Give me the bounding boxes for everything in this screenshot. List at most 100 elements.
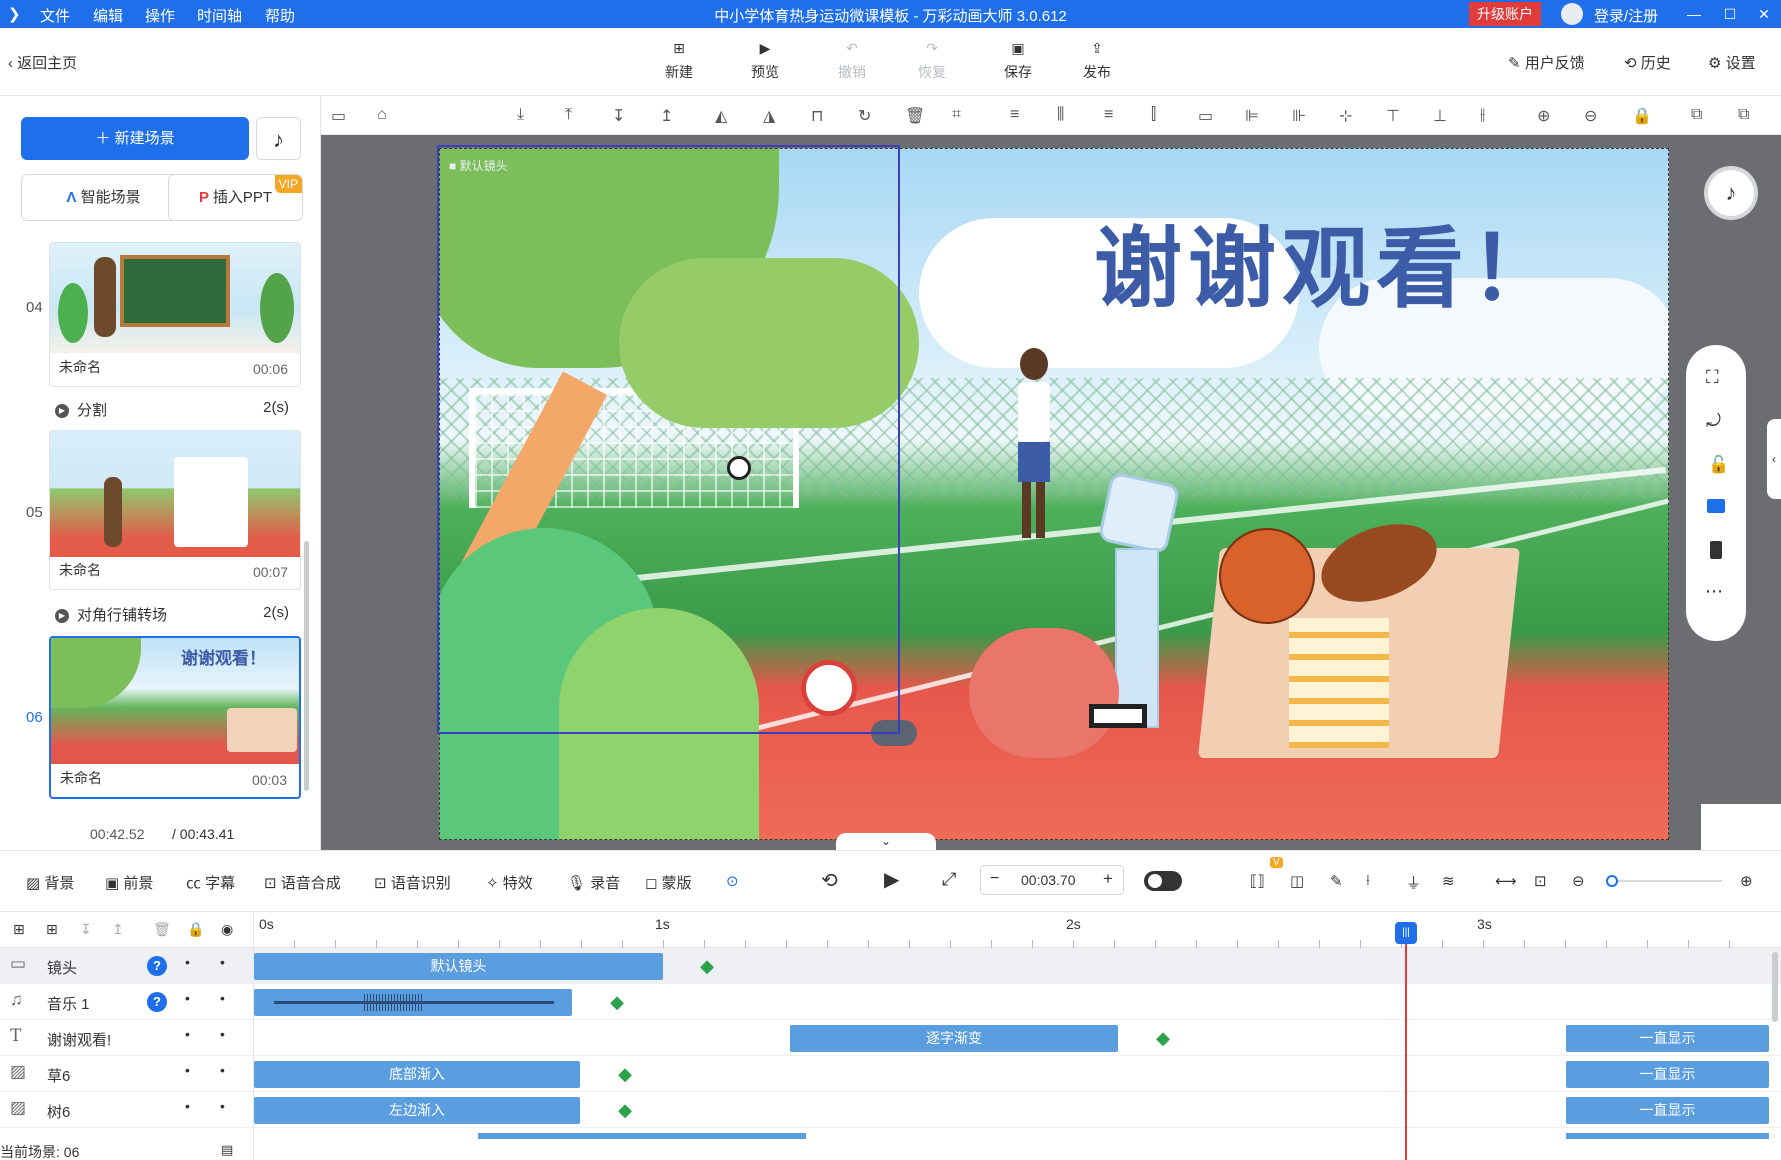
top-edge-icon[interactable]: ⊤ xyxy=(1386,106,1400,126)
avatar[interactable] xyxy=(1561,3,1583,25)
preview-button[interactable]: ▶ 预览 xyxy=(735,40,795,82)
distribute-h-icon[interactable]: ⊪ xyxy=(1292,106,1306,126)
menu-help[interactable]: 帮助 xyxy=(265,5,295,26)
track-row[interactable]: ▨ 树6 • • 左边渐入 ◆ 一直显示 xyxy=(0,1092,1781,1128)
music-note-icon[interactable]: ♪ xyxy=(1708,170,1754,216)
upgrade-button[interactable]: 升级账户 xyxy=(1469,2,1541,26)
delete-icon[interactable]: 🗑 xyxy=(905,106,925,126)
history-button[interactable]: ⟲ 历史 xyxy=(1624,52,1671,73)
align-middle-icon[interactable]: ⫼ xyxy=(1057,106,1064,124)
music-button[interactable]: ♪ xyxy=(256,117,301,160)
add-keyframe-icon[interactable]: ◆ xyxy=(1153,1028,1173,1048)
align-center-icon[interactable]: ▭ xyxy=(1198,106,1213,126)
track-visible-dot[interactable]: • xyxy=(185,1062,190,1078)
menu-edit[interactable]: 编辑 xyxy=(93,5,123,26)
copy-icon[interactable]: ⧉ xyxy=(1691,106,1702,124)
center-edge-icon[interactable]: ⫲ xyxy=(1480,106,1485,124)
insert-ppt-button[interactable]: P 插入PPT VIP xyxy=(168,174,303,221)
save-button[interactable]: ▣ 保存 xyxy=(988,40,1048,82)
zoom-out-icon[interactable]: ⊖ xyxy=(1584,106,1597,126)
add-keyframe-icon[interactable]: ◆ xyxy=(607,992,627,1012)
paste-icon[interactable]: ⧉ xyxy=(1738,106,1749,124)
zoom-slider[interactable] xyxy=(1606,875,1722,887)
back-home-link[interactable]: ‹ 返回主页 xyxy=(8,52,77,73)
crop-icon[interactable]: ⌗ xyxy=(952,106,961,124)
mini-map[interactable] xyxy=(1701,804,1781,850)
move-top-icon[interactable]: ⤒ xyxy=(565,106,572,124)
tts-button[interactable]: ⊡ 语音合成 xyxy=(264,872,341,893)
transition-diagonal[interactable]: ▶ 对角行铺转场 2(s) xyxy=(55,604,301,625)
rotate-icon[interactable]: ⤾ xyxy=(1706,411,1721,432)
speech-recognition-button[interactable]: ⊡ 语音识别 xyxy=(374,872,451,893)
chevron-down-icon[interactable]: ⌄ xyxy=(836,833,936,850)
minimize-icon[interactable]: — xyxy=(1677,0,1711,28)
login-link[interactable]: 登录/注册 xyxy=(1594,5,1658,26)
scene-card-06[interactable]: 谢谢观看！ 未命名 00:03 xyxy=(49,636,301,799)
undo-button[interactable]: ↶ 撤销 xyxy=(822,40,882,82)
timeline-clip-partial[interactable] xyxy=(1566,1133,1769,1139)
timeline-clip[interactable]: 一直显示 xyxy=(1566,1097,1769,1124)
camera-frame[interactable] xyxy=(437,145,900,734)
timeline-clip[interactable]: 一直显示 xyxy=(1566,1061,1769,1088)
smart-scene-button[interactable]: Λ 智能场景 xyxy=(21,174,186,221)
add-folder-icon[interactable]: ⊞ xyxy=(13,921,25,938)
flip-v-icon[interactable]: ◮ xyxy=(763,106,775,126)
home-icon[interactable]: ⌂ xyxy=(377,106,387,124)
move-down-icon[interactable]: ↧ xyxy=(612,106,625,126)
fit-screen-icon[interactable]: ⛶ xyxy=(1706,367,1719,388)
minus-icon[interactable]: − xyxy=(990,870,999,888)
distribute-v-icon[interactable]: ⊹ xyxy=(1339,106,1352,126)
delete-icon[interactable]: 🗑 xyxy=(153,921,171,938)
maximize-icon[interactable]: ☐ xyxy=(1713,0,1747,28)
scene-scrollbar[interactable] xyxy=(304,541,309,791)
move-down-icon[interactable]: ↧ xyxy=(80,921,92,938)
align-bottom-icon[interactable]: ≡ xyxy=(1104,106,1113,124)
align-left-icon[interactable]: ⫿ xyxy=(1151,106,1156,124)
track-visible-dot[interactable]: • xyxy=(185,1098,190,1114)
eye-icon[interactable]: ◉ xyxy=(221,921,233,938)
audio-clip[interactable] xyxy=(254,989,572,1016)
publish-button[interactable]: ⇪ 发布 xyxy=(1067,40,1127,82)
mask-button[interactable]: ◻ 蒙版 xyxy=(645,872,692,893)
unlock-icon[interactable]: ⊓ xyxy=(811,106,823,126)
unlock-icon[interactable]: 🔓 xyxy=(1708,455,1729,475)
bottom-edge-icon[interactable]: ⊥ xyxy=(1433,106,1447,126)
play-icon[interactable]: ▶ xyxy=(884,867,899,892)
fit-width-icon[interactable]: ⟷ xyxy=(1495,872,1517,890)
zoom-in-icon[interactable]: ⊕ xyxy=(1537,106,1550,126)
move-bottom-icon[interactable]: ⤓ xyxy=(517,106,524,124)
foreground-button[interactable]: ▣ 前景 xyxy=(105,872,153,893)
settings-button[interactable]: ⚙ 设置 xyxy=(1708,52,1756,73)
track-visible-dot[interactable]: • xyxy=(185,954,190,970)
track-lock-dot[interactable]: • xyxy=(220,1062,225,1078)
replay-icon[interactable]: ⟲ xyxy=(821,868,838,893)
timeline-clip[interactable]: 逐字渐变 xyxy=(790,1025,1118,1052)
more-options-icon[interactable]: ⊙ xyxy=(726,872,739,890)
fullscreen-icon[interactable]: ⤢ xyxy=(942,869,956,890)
add-keyframe-icon[interactable]: ◆ xyxy=(615,1100,635,1120)
align-right-icon[interactable]: ⊫ xyxy=(1245,106,1259,126)
move-up-icon[interactable]: ↥ xyxy=(112,921,124,938)
background-button[interactable]: ▨ 背景 xyxy=(26,872,74,893)
move-up-icon[interactable]: ↥ xyxy=(660,106,673,126)
time-value[interactable]: 00:03.70 xyxy=(1021,872,1076,888)
track-row[interactable]: ♫ 音乐 1 ? • • ◆ xyxy=(0,984,1781,1020)
split-icon[interactable]: ⟊ xyxy=(1366,872,1370,889)
portrait-screen-icon[interactable] xyxy=(1710,541,1722,559)
canvas-stage[interactable]: 谢谢观看！ ■ 默认镜头 ♪ ⛶ ⤾ 🔓 ⋯ ‹ ⌄ xyxy=(321,135,1781,850)
record-button[interactable]: 🎙 录音 xyxy=(567,872,620,893)
zoom-in-icon[interactable]: ⊕ xyxy=(1740,872,1753,890)
timeline-clip[interactable]: 一直显示 xyxy=(1566,1025,1769,1052)
close-icon[interactable]: ✕ xyxy=(1747,0,1781,28)
track-visible-dot[interactable]: • xyxy=(185,1026,190,1042)
edit-icon[interactable]: ✎ xyxy=(1330,872,1343,890)
new-button[interactable]: ⊞ 新建 xyxy=(649,40,709,82)
ruler-icon[interactable]: ▭ xyxy=(331,106,346,126)
transition-split[interactable]: ▶ 分割 2(s) xyxy=(55,399,301,420)
add-keyframe-icon[interactable]: ◆ xyxy=(697,956,717,976)
flip-h-icon[interactable]: ◭ xyxy=(715,106,727,126)
timeline-clip[interactable]: 底部渐入 xyxy=(254,1061,580,1088)
track-lock-dot[interactable]: • xyxy=(220,1098,225,1114)
playhead-handle[interactable]: ||| xyxy=(1395,922,1417,944)
collapse-right-icon[interactable]: ‹ xyxy=(1767,419,1781,499)
